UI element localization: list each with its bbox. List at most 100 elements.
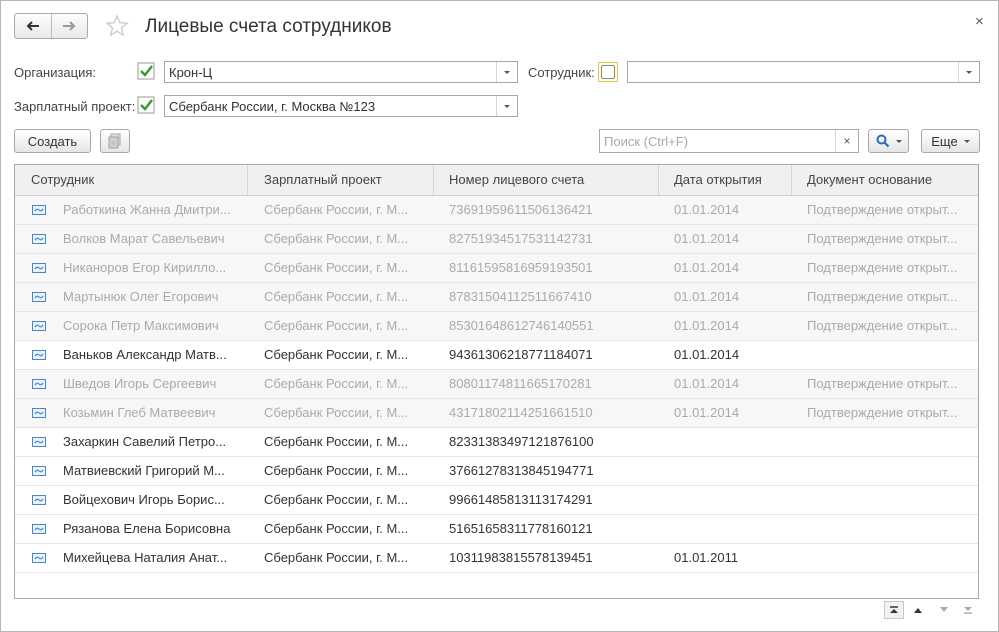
employee-cell: Шведов Игорь Сергеевич	[63, 376, 217, 391]
column-header-employee[interactable]: Сотрудник	[15, 165, 248, 195]
account-number-cell: 37661278313845194771	[449, 463, 594, 478]
organization-checkbox[interactable]	[137, 62, 155, 80]
table-row[interactable]: Матвиевский Григорий М... Сбербанк России…	[15, 457, 978, 486]
document-cell: Подтверждение открыт...	[807, 231, 958, 246]
open-date-cell: 01.01.2014	[674, 376, 740, 391]
table-row[interactable]: Михейцева Наталия Анат... Сбербанк России…	[15, 544, 978, 573]
table-row[interactable]: Войцехович Игорь Борис... Сбербанк России…	[15, 486, 978, 515]
dropdown-button[interactable]	[496, 62, 517, 82]
column-header-document[interactable]: Документ основание	[792, 165, 978, 195]
organization-label: Организация:	[14, 65, 97, 80]
table-row[interactable]: Шведов Игорь Сергеевич Сбербанк России, г…	[15, 370, 978, 399]
close-icon[interactable]: ×	[975, 13, 984, 30]
document-cell: Подтверждение открыт...	[807, 202, 958, 217]
record-icon	[32, 263, 46, 273]
scroll-first-button[interactable]	[884, 601, 904, 619]
organization-value: Крон-Ц	[169, 65, 213, 80]
arrow-left-icon	[26, 21, 39, 31]
open-date-cell: 01.01.2014	[674, 231, 740, 246]
table-row[interactable]: Рязанова Елена Борисовна Сбербанк России,…	[15, 515, 978, 544]
salary-project-cell: Сбербанк России, г. М...	[264, 492, 409, 507]
account-number-cell: 85301648612746140551	[449, 318, 594, 333]
account-number-cell: 10311983815578139451	[449, 550, 593, 565]
nav-buttons	[14, 13, 88, 39]
checkbox-box	[601, 65, 615, 79]
table-header: Сотрудник Зарплатный проект Номер лицево…	[15, 165, 978, 196]
account-number-cell: 82751934517531142731	[449, 231, 593, 246]
column-header-account-number[interactable]: Номер лицевого счета	[434, 165, 659, 195]
record-icon	[32, 466, 46, 476]
table-row[interactable]: Сорока Петр Максимович Сбербанк России, г…	[15, 312, 978, 341]
employee-cell: Козьмин Глеб Матвеевич	[63, 405, 216, 420]
employee-cell: Сорока Петр Максимович	[63, 318, 219, 333]
page-title: Лицевые счета сотрудников	[145, 16, 392, 37]
chevron-down-icon	[504, 70, 510, 74]
create-button[interactable]: Создать	[14, 129, 91, 153]
document-cell: Подтверждение открыт...	[807, 318, 958, 333]
employee-cell: Михейцева Наталия Анат...	[63, 550, 228, 565]
search-input[interactable]: Поиск (Ctrl+F) ×	[599, 129, 859, 153]
account-number-cell: 94361306218771184071	[449, 347, 593, 362]
table-row[interactable]: Козьмин Глеб Матвеевич Сбербанк России, г…	[15, 399, 978, 428]
table-row[interactable]: Волков Марат Савельевич Сбербанк России, …	[15, 225, 978, 254]
open-date-cell: 01.01.2014	[674, 405, 740, 420]
scroll-last-button[interactable]	[958, 601, 978, 619]
salary-project-checkbox[interactable]	[137, 96, 155, 114]
open-date-cell: 01.01.2014	[674, 318, 740, 333]
scroll-down-icon	[940, 607, 948, 612]
account-number-cell: 80801174811665170281	[449, 376, 592, 391]
salary-project-cell: Сбербанк России, г. М...	[264, 376, 409, 391]
account-number-cell: 73691959611506136421	[449, 202, 593, 217]
column-header-open-date[interactable]: Дата открытия	[659, 165, 792, 195]
record-icon	[32, 234, 46, 244]
more-button[interactable]: Еще	[921, 129, 980, 153]
clear-search-button[interactable]: ×	[835, 130, 858, 152]
record-icon	[32, 205, 46, 215]
back-button[interactable]	[15, 14, 51, 38]
open-date-cell	[674, 486, 794, 514]
record-icon	[32, 292, 46, 302]
employee-cell: Волков Марат Савельевич	[63, 231, 225, 246]
copy-button[interactable]	[100, 129, 130, 153]
star-icon[interactable]	[105, 14, 129, 38]
salary-project-field[interactable]: Сбербанк России, г. Москва №123	[164, 95, 518, 117]
window-frame: Лицевые счета сотрудников × Организация:…	[0, 0, 999, 632]
salary-project-cell: Сбербанк России, г. М...	[264, 289, 409, 304]
employee-cell: Матвиевский Григорий М...	[63, 463, 225, 478]
open-date-cell	[674, 428, 794, 456]
employee-cell: Ваньков Александр Матв...	[63, 347, 227, 362]
table-row[interactable]: Мартынюк Олег Егорович Сбербанк России, г…	[15, 283, 978, 312]
record-icon	[32, 495, 46, 505]
salary-project-cell: Сбербанк России, г. М...	[264, 347, 409, 362]
open-date-cell	[674, 457, 794, 485]
document-cell	[807, 428, 972, 456]
document-cell: Подтверждение открыт...	[807, 289, 958, 304]
employee-checkbox[interactable]	[598, 62, 618, 82]
scroll-top-icon	[890, 606, 898, 613]
document-cell	[807, 515, 972, 543]
salary-project-cell: Сбербанк России, г. М...	[264, 260, 409, 275]
organization-field[interactable]: Крон-Ц	[164, 61, 518, 83]
record-icon	[32, 437, 46, 447]
scroll-down-button[interactable]	[934, 601, 954, 619]
more-label: Еще	[931, 133, 958, 149]
dropdown-button[interactable]	[958, 62, 979, 82]
account-number-cell: 81161595816959193501	[449, 260, 593, 275]
salary-project-cell: Сбербанк России, г. М...	[264, 463, 409, 478]
search-button[interactable]	[868, 129, 909, 153]
table-body: Работкина Жанна Дмитри... Сбербанк России…	[15, 196, 978, 573]
employee-label: Сотрудник:	[528, 65, 595, 80]
salary-project-cell: Сбербанк России, г. М...	[264, 550, 409, 565]
table-row[interactable]: Работкина Жанна Дмитри... Сбербанк России…	[15, 196, 978, 225]
scroll-up-button[interactable]	[908, 601, 928, 619]
column-header-salary-project[interactable]: Зарплатный проект	[248, 165, 434, 195]
dropdown-button[interactable]	[496, 96, 517, 116]
table-row[interactable]: Ваньков Александр Матв... Сбербанк России…	[15, 341, 978, 370]
record-icon	[32, 408, 46, 418]
employee-field[interactable]	[627, 61, 980, 83]
salary-project-cell: Сбербанк России, г. М...	[264, 231, 409, 246]
table-row[interactable]: Никаноров Егор Кирилло... Сбербанк России…	[15, 254, 978, 283]
salary-project-cell: Сбербанк России, г. М...	[264, 405, 409, 420]
forward-button[interactable]	[50, 14, 88, 38]
table-row[interactable]: Захаркин Савелий Петро... Сбербанк России…	[15, 428, 978, 457]
